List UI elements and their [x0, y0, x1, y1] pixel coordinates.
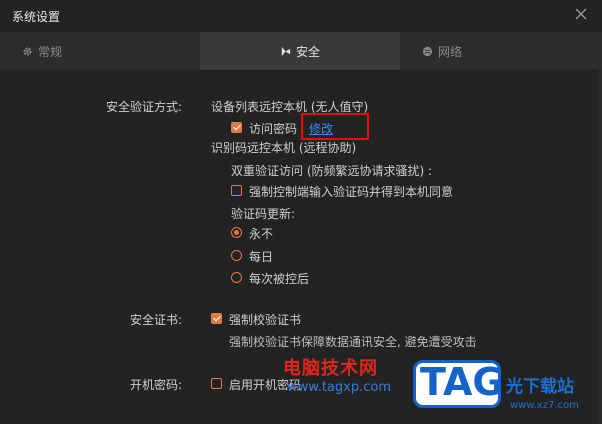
watermark-site2-name: 光下载站	[506, 377, 574, 397]
watermark-site2-url: www.xz7.com	[510, 400, 579, 411]
cert-label: 安全证书:	[129, 313, 182, 327]
boot-password-checkbox[interactable]	[211, 378, 222, 389]
close-icon	[575, 8, 587, 20]
code-update-daily-label: 每日	[249, 250, 274, 264]
cert-description: 强制校验证书保障数据通讯安全, 避免遭受攻击	[229, 335, 477, 349]
code-update-after-control-radio[interactable]	[231, 272, 242, 283]
code-update-after-control-label: 每次被控后	[249, 272, 310, 286]
force-code-checkbox[interactable]	[231, 185, 242, 196]
double-verify-heading: 双重验证访问 (防频繁远协请求骚扰) :	[231, 164, 433, 178]
watermark-site-name: 电脑技术网	[283, 358, 378, 379]
globe-icon	[422, 46, 433, 57]
window-title: 系统设置	[12, 10, 61, 24]
shield-icon	[280, 46, 291, 57]
force-cert-checkbox[interactable]	[211, 313, 222, 324]
force-code-label: 强制控制端输入验证码并得到本机同意	[249, 185, 454, 199]
scrollbar[interactable]	[598, 70, 602, 424]
tab-security[interactable]: 安全	[200, 32, 400, 70]
access-password-label: 访问密码	[249, 122, 298, 136]
watermark-badge-text: TAG	[420, 360, 504, 404]
tab-network-label: 网络	[438, 44, 463, 59]
watermark-site-url: www.tagxp.com	[287, 380, 391, 395]
boot-password-label: 开机密码:	[129, 378, 182, 392]
tab-general-label: 常规	[38, 44, 63, 59]
tab-security-label: 安全	[295, 44, 320, 59]
assist-heading: 识别码远控本机 (远程协助)	[211, 141, 357, 155]
highlight-box	[301, 113, 369, 140]
code-update-never-label: 永不	[249, 227, 274, 241]
code-update-never-radio[interactable]	[231, 227, 242, 238]
force-cert-label: 强制校验证书	[229, 313, 302, 327]
code-update-daily-radio[interactable]	[231, 250, 242, 261]
gear-icon	[22, 46, 33, 57]
code-update-heading: 验证码更新:	[231, 207, 296, 221]
tab-bar: 常规 安全 网络	[0, 32, 602, 71]
security-verify-label: 安全验证方式:	[105, 100, 182, 114]
tab-network[interactable]: 网络	[400, 32, 602, 70]
title-bar	[0, 0, 602, 32]
close-button[interactable]	[574, 7, 588, 21]
tab-general[interactable]: 常规	[0, 32, 200, 70]
access-password-checkbox[interactable]	[231, 122, 242, 133]
